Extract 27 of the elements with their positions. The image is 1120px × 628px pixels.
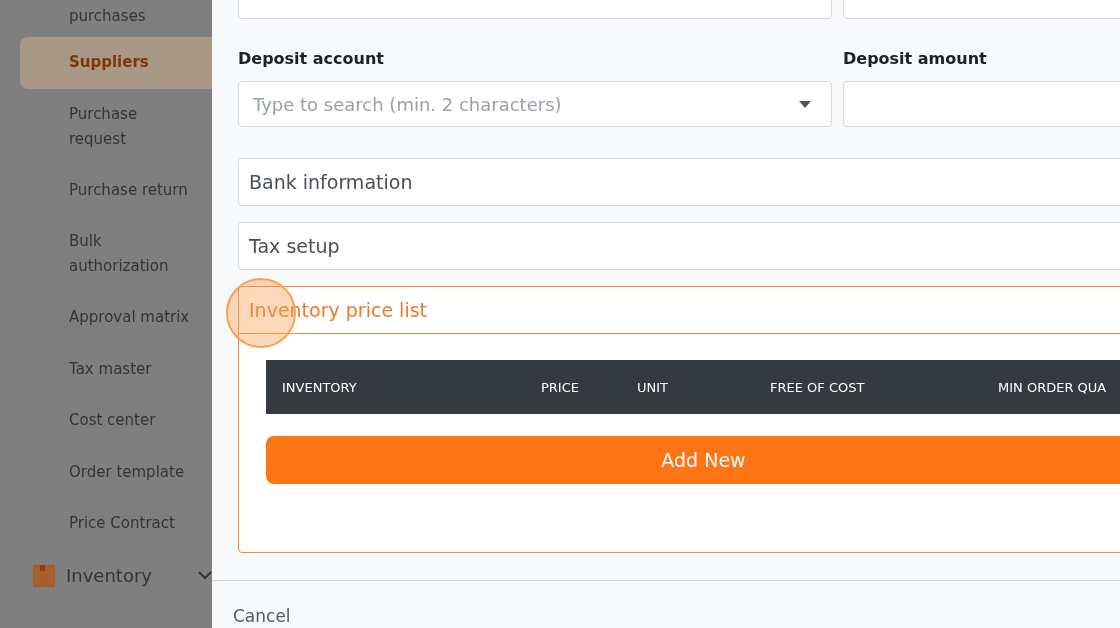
sidebar-item[interactable]: purchases xyxy=(20,0,212,37)
sidebar-item[interactable]: Suppliers xyxy=(20,37,212,89)
field-label: Deposit account xyxy=(238,48,385,69)
sidebar-item[interactable]: Tax master xyxy=(20,343,212,395)
column-header: UNIT xyxy=(637,380,668,395)
cancel-button[interactable]: Cancel xyxy=(233,605,291,627)
box-icon xyxy=(33,564,55,587)
column-header: PRICE xyxy=(541,380,579,395)
sidebar-item[interactable]: Order template xyxy=(20,446,212,498)
dropdown-caret-icon xyxy=(799,100,811,108)
add-new-button[interactable]: Add New xyxy=(266,436,1120,484)
sidebar-item[interactable]: Purchase return xyxy=(20,164,212,216)
sidebar-item[interactable]: Price Contract xyxy=(20,498,212,550)
column-header: INVENTORY xyxy=(282,380,357,395)
column-header: MIN ORDER QUA xyxy=(998,380,1107,395)
sidebar-group[interactable]: Inventory xyxy=(20,549,212,602)
sidebar-item[interactable]: Purchase request xyxy=(20,88,212,165)
sidebar-item[interactable]: Cost center xyxy=(20,395,212,447)
search-input[interactable]: Type to search (min. 2 characters) xyxy=(253,90,799,118)
column-header: FREE OF COST xyxy=(770,380,865,395)
section-header[interactable]: Bank information xyxy=(238,158,1120,206)
sidebar-item[interactable]: Approval matrix xyxy=(20,292,212,344)
section-header[interactable]: Tax setup xyxy=(238,222,1120,270)
sidebar-item[interactable]: Bulk authorization xyxy=(20,216,212,292)
deposit-account-select[interactable]: Type to search (min. 2 characters) xyxy=(238,81,832,127)
chevron-icon xyxy=(198,571,212,580)
field-label: Deposit amount xyxy=(843,48,988,69)
